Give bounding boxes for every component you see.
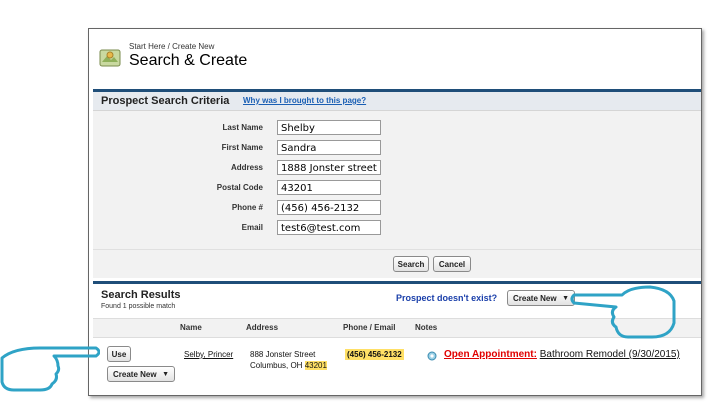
address-row: Address 1888 Jonster street xyxy=(93,160,701,178)
gear-icon xyxy=(427,351,437,361)
last-name-label: Last Name xyxy=(222,123,263,132)
address-line1: 888 Jonster Street xyxy=(250,350,316,359)
dropdown-arrow-icon: ▼ xyxy=(562,295,569,302)
create-new-dropdown-row[interactable]: Create New ▼ xyxy=(107,366,175,382)
appointment-text[interactable]: Bathroom Remodel (9/30/2015) xyxy=(540,349,680,360)
phone-label: Phone # xyxy=(231,203,263,212)
create-new-dropdown-top[interactable]: Create New ▼ xyxy=(507,290,575,306)
email-input[interactable]: test6@test.com xyxy=(277,220,381,235)
app-map-icon xyxy=(99,49,121,67)
dropdown-arrow-icon: ▼ xyxy=(162,371,169,378)
city-state: Columbus, OH xyxy=(250,361,303,370)
phone-input[interactable]: (456) 456-2132 xyxy=(277,200,381,215)
results-count: Found 1 possible match xyxy=(101,303,176,310)
page-header: Start Here / Create New Search & Create xyxy=(89,29,701,85)
zip-highlight: 43201 xyxy=(304,361,327,370)
email-label: Email xyxy=(241,223,263,232)
address-label: Address xyxy=(230,163,263,172)
last-name-input[interactable]: Shelby xyxy=(277,120,381,135)
col-notes: Notes xyxy=(415,323,438,332)
pointing-hand-icon xyxy=(0,346,100,392)
first-name-label: First Name xyxy=(221,143,263,152)
pointing-hand-icon xyxy=(570,285,676,339)
divider xyxy=(93,249,701,250)
first-name-row: First Name Sandra xyxy=(93,140,701,158)
phone-highlight: (456) 456-2132 xyxy=(345,349,404,360)
prospect-doesnt-exist-link[interactable]: Prospect doesn't exist? xyxy=(396,293,497,303)
last-name-row: Last Name Shelby xyxy=(93,120,701,138)
address-line2: Columbus, OH 43201 xyxy=(250,361,327,370)
phone-row: Phone # (456) 456-2132 xyxy=(93,200,701,218)
postal-code-input[interactable]: 43201 xyxy=(277,180,381,195)
prospect-search-criteria-section: Prospect Search Criteria Why was I broug… xyxy=(93,89,701,278)
postal-code-label: Postal Code xyxy=(216,183,263,192)
why-link[interactable]: Why was I brought to this page? xyxy=(243,96,366,105)
create-new-label: Create New xyxy=(513,294,557,303)
address-input[interactable]: 1888 Jonster street xyxy=(277,160,381,175)
page-title: Search & Create xyxy=(129,52,248,69)
prospect-name-link[interactable]: Selby, Princer xyxy=(184,350,233,359)
create-new-row-label: Create New xyxy=(113,370,157,379)
note: Open Appointment: Bathroom Remodel (9/30… xyxy=(444,349,680,360)
cancel-button[interactable]: Cancel xyxy=(433,256,471,272)
email-row: Email test6@test.com xyxy=(93,220,701,238)
col-name: Name xyxy=(180,323,202,332)
use-button[interactable]: Use xyxy=(107,346,131,362)
col-address: Address xyxy=(246,323,279,332)
search-button[interactable]: Search xyxy=(393,256,429,272)
section-title: Prospect Search Criteria xyxy=(101,95,230,107)
section-header: Prospect Search Criteria Why was I broug… xyxy=(93,92,701,111)
col-phone-email: Phone / Email xyxy=(343,323,396,332)
first-name-input[interactable]: Sandra xyxy=(277,140,381,155)
breadcrumb: Start Here / Create New xyxy=(129,42,215,51)
open-appointment-link[interactable]: Open Appointment: xyxy=(444,349,537,360)
postal-code-row: Postal Code 43201 xyxy=(93,180,701,198)
table-row: Use Create New ▼ Selby, Princer 888 Jons… xyxy=(93,338,701,394)
results-title: Search Results xyxy=(101,289,181,301)
